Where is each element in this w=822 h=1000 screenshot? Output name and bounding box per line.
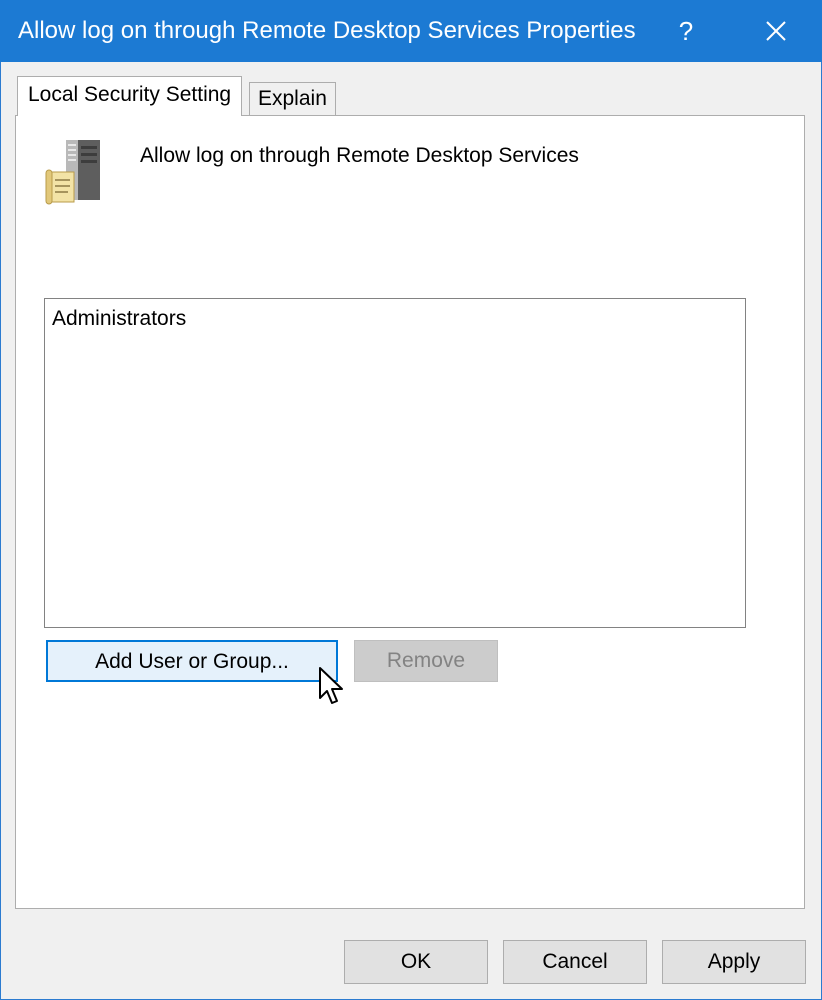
mouse-pointer-icon [319,667,343,704]
remove-button: Remove [354,640,498,682]
dialog-body: Local Security Setting Explain Allow log… [0,62,822,1000]
help-icon: ? [678,15,694,46]
cancel-button[interactable]: Cancel [503,940,647,984]
tab-panel-local-security-setting: Allow log on through Remote Desktop Serv… [15,115,805,909]
tab-local-security-setting[interactable]: Local Security Setting [17,76,243,116]
apply-button[interactable]: Apply [662,940,806,984]
title-bar: Allow log on through Remote Desktop Serv… [0,0,822,62]
server-policy-icon [45,140,100,205]
help-button[interactable]: ? [660,0,712,62]
close-icon [766,21,786,41]
policy-name: Allow log on through Remote Desktop Serv… [140,144,579,167]
window-title: Allow log on through Remote Desktop Serv… [18,17,636,44]
ok-button[interactable]: OK [344,940,488,984]
list-item[interactable]: Administrators [52,305,186,333]
tab-explain[interactable]: Explain [249,82,336,116]
close-button[interactable] [748,0,804,62]
members-listbox[interactable]: Administrators [44,298,746,628]
add-user-or-group-button[interactable]: Add User or Group... [46,640,338,682]
